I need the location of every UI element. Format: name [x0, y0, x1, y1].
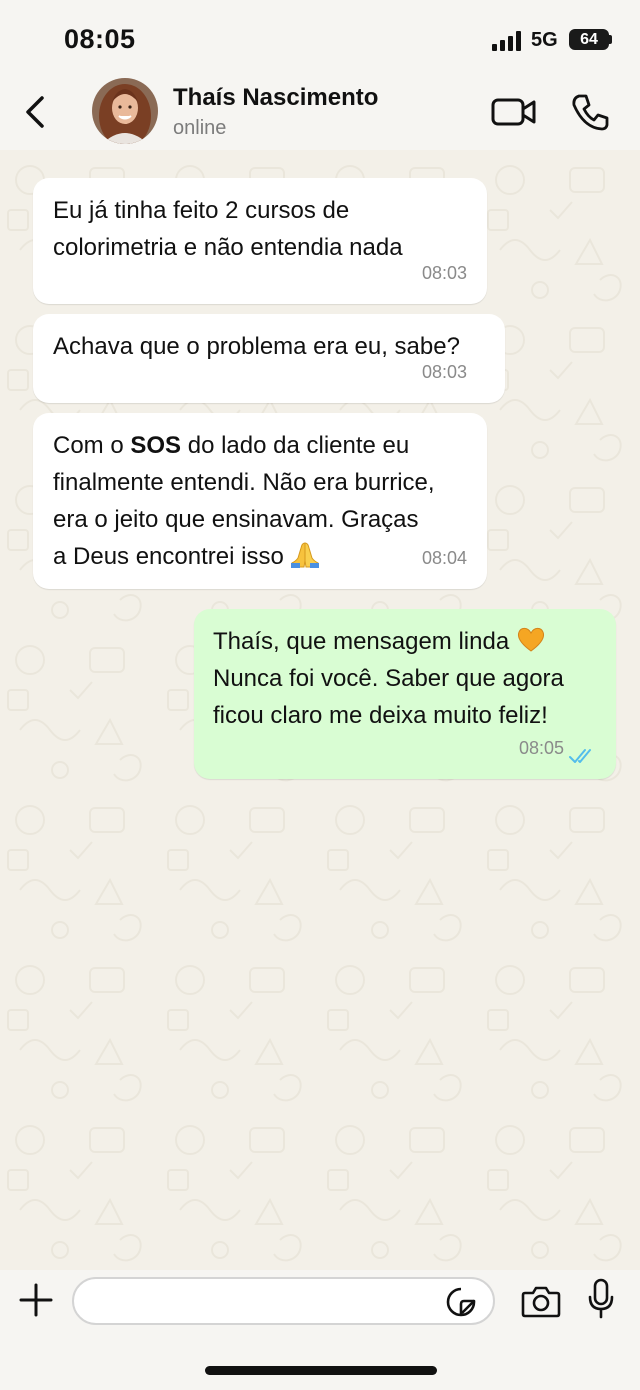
- contact-status: online: [173, 117, 227, 139]
- status-bar: 08:05 5G 64: [0, 0, 640, 74]
- message-bubble-incoming[interactable]: Eu já tinha feito 2 cursos de colorimetr…: [33, 178, 487, 304]
- microphone-icon[interactable]: [587, 1278, 615, 1320]
- camera-icon[interactable]: [521, 1284, 561, 1318]
- message-text-line: era o jeito que ensinavam. Graças: [53, 506, 419, 533]
- message-input[interactable]: [72, 1277, 495, 1325]
- message-timestamp: 08:05: [518, 738, 564, 758]
- back-button[interactable]: [20, 90, 52, 134]
- cellular-signal-icon: [492, 31, 521, 51]
- message-text-fragment: do lado da cliente eu: [181, 432, 410, 459]
- message-text-fragment: a Deus encontrei isso: [53, 543, 284, 570]
- network-type: 5G: [531, 29, 558, 51]
- message-bubble-incoming[interactable]: Achava que o problema era eu, sabe? 08:0…: [33, 314, 505, 403]
- message-text-line: Eu já tinha feito 2 cursos de: [53, 197, 350, 224]
- orange-heart-emoji-icon: [517, 627, 544, 652]
- battery-level: 64: [569, 29, 609, 50]
- message-text-line: Com o SOS do lado da cliente eu: [53, 427, 467, 464]
- message-bubble-outgoing[interactable]: Thaís, que mensagem linda Nunca foi você…: [194, 609, 616, 779]
- chat-screen: 08:05 5G 64 Thaís Nascimento online Eu j…: [0, 0, 640, 1390]
- message-bubble-incoming[interactable]: Com o SOS do lado da cliente eu finalmen…: [33, 413, 487, 589]
- sticker-icon[interactable]: [445, 1286, 477, 1318]
- message-timestamp: 08:03: [421, 263, 467, 283]
- message-text-line: ficou claro me deixa muito feliz!: [213, 702, 548, 729]
- message-text-line: Nunca foi você. Saber que agora: [213, 665, 564, 692]
- message-text-fragment: Thaís, que mensagem linda: [213, 628, 510, 655]
- folded-hands-emoji-icon: [291, 542, 320, 568]
- message-text-line: colorimetria e não entendia nada: [53, 234, 403, 261]
- message-text-line: finalmente entendi. Não era burrice,: [53, 469, 435, 496]
- message-bold-text: SOS: [130, 432, 182, 459]
- phone-icon[interactable]: [570, 92, 610, 132]
- video-camera-icon[interactable]: [490, 94, 538, 130]
- contact-avatar[interactable]: [92, 78, 158, 144]
- status-time: 08:05: [64, 24, 136, 54]
- battery-tip: [609, 35, 612, 44]
- message-text-line: a Deus encontrei isso: [53, 538, 467, 575]
- chat-header: Thaís Nascimento online: [0, 74, 640, 150]
- message-timestamp: 08:04: [421, 548, 467, 568]
- plus-icon[interactable]: [18, 1282, 54, 1318]
- message-text-line: Thaís, que mensagem linda: [213, 623, 596, 660]
- home-indicator[interactable]: [205, 1366, 437, 1375]
- message-timestamp: 08:03: [421, 362, 467, 382]
- read-receipt-icon: [569, 749, 591, 763]
- composer-bar: [0, 1270, 640, 1390]
- message-text-fragment: Com o: [53, 432, 131, 459]
- message-text-line: Achava que o problema era eu, sabe?: [53, 333, 460, 360]
- contact-name[interactable]: Thaís Nascimento: [173, 84, 378, 112]
